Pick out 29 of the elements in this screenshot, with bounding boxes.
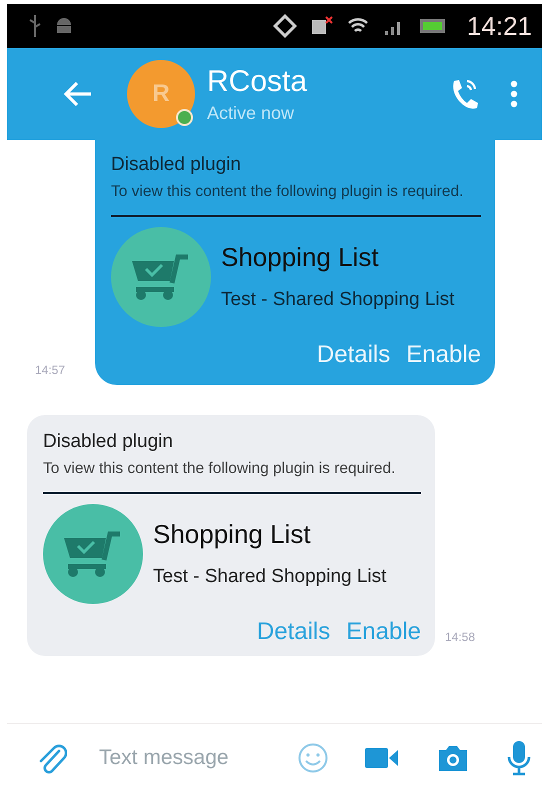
rotation-icon: [272, 14, 297, 38]
plugin-name: Shopping List: [221, 242, 380, 274]
message-time: 14:57: [35, 362, 66, 379]
video-camera-icon: [365, 747, 399, 769]
enable-button[interactable]: Enable: [406, 340, 481, 369]
plugin-notice-text: To view this content the following plugin is required.: [43, 458, 396, 479]
contact-status: Active now: [207, 102, 296, 124]
contact-name: RCosta: [207, 64, 308, 98]
back-arrow-icon: [63, 81, 93, 107]
more-icon: [510, 80, 518, 108]
battery-icon: [418, 16, 447, 36]
plugin-subtitle: Test - Shared Shopping List: [221, 289, 454, 312]
message-time: 14:58: [445, 630, 476, 646]
paperclip-icon: [37, 742, 67, 774]
plugin-name: Shopping List: [153, 519, 312, 550]
avatar-initial: R: [152, 80, 170, 108]
message-input-field[interactable]: Text message: [99, 746, 249, 770]
plugin-notice-title: Disabled plugin: [111, 154, 242, 176]
details-button[interactable]: Details: [316, 340, 390, 369]
enable-button[interactable]: Enable: [346, 618, 421, 646]
microphone-icon: [507, 740, 531, 776]
plugin-subtitle: Test - Shared Shopping List: [153, 566, 386, 588]
clock-time: 14:21: [466, 10, 532, 42]
camera-icon: [437, 744, 469, 772]
details-button[interactable]: Details: [256, 618, 330, 646]
plugin-notice-text: To view this content the following plugin is required.: [111, 182, 464, 202]
smiley-icon: [297, 742, 329, 774]
sim-card-icon: [310, 16, 333, 36]
plugin-notice-title: Disabled plugin: [43, 430, 174, 453]
